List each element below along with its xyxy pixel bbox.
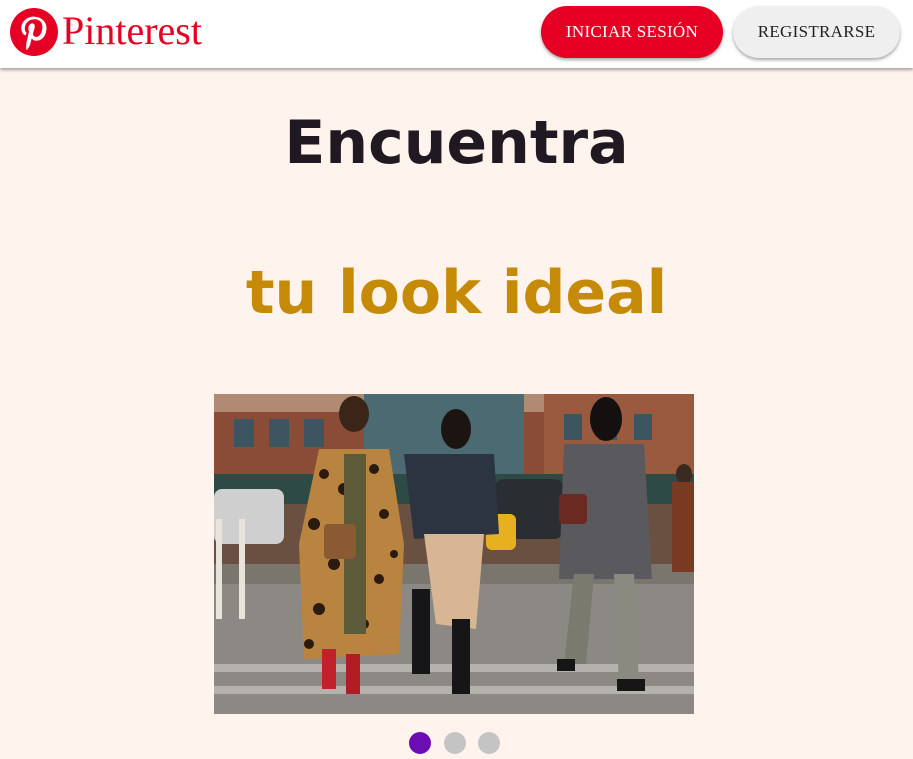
carousel-dot-1[interactable] [409, 732, 431, 754]
pinterest-logo-icon[interactable] [9, 7, 59, 57]
street-style-photo [214, 394, 694, 714]
headline-line-2: tu look ideal [245, 258, 668, 328]
register-button[interactable]: REGISTRARSE [733, 6, 900, 58]
carousel-dots [409, 732, 501, 754]
login-button[interactable]: INICIAR SESIÓN [541, 6, 723, 58]
carousel-dot-3[interactable] [478, 732, 500, 754]
carousel-dot-2[interactable] [444, 732, 466, 754]
brand-name[interactable]: Pinterest [62, 9, 202, 53]
headline-line-1: Encuentra [284, 108, 629, 178]
top-header: Pinterest INICIAR SESIÓN REGISTRARSE [0, 0, 913, 68]
